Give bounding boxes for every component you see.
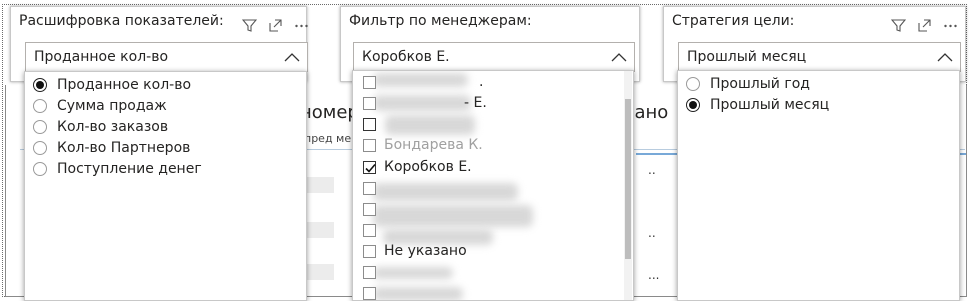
strategy-option-label: Прошлый месяц [710, 97, 830, 113]
strategy-dropdown-value: Прошлый месяц [687, 49, 807, 65]
checkbox-icon[interactable] [363, 223, 376, 237]
redacted-text [373, 205, 533, 227]
checkbox-icon[interactable] [363, 286, 376, 300]
managers-options-list: . - Е. Бондарева К. Коробков Е. Не указа… [352, 70, 634, 301]
checkbox-icon[interactable] [363, 265, 376, 279]
chevron-up-icon[interactable] [936, 50, 954, 64]
metrics-dropdown-value: Проданное кол-во [34, 49, 169, 65]
manager-option[interactable] [363, 220, 384, 240]
strategy-option-label: Прошлый год [710, 76, 810, 92]
checkbox-icon[interactable] [363, 96, 376, 110]
manager-option[interactable] [363, 262, 384, 282]
radio-icon[interactable] [33, 162, 47, 176]
manager-option[interactable] [363, 199, 384, 219]
strategy-option[interactable]: Прошлый год [686, 74, 810, 94]
redacted-text [385, 115, 475, 135]
redacted-text [373, 267, 453, 279]
redacted-text [373, 287, 463, 300]
metrics-option-label: Поступление денег [57, 161, 202, 177]
table-cell-value: .. [648, 226, 656, 240]
metrics-option-label: Кол-во Партнеров [57, 140, 191, 156]
metrics-options-list: Проданное кол-во Сумма продаж Кол-во зак… [24, 71, 307, 301]
checkbox-icon[interactable] [363, 75, 376, 89]
table-header-fragment-left: номер [300, 102, 359, 123]
more-options-icon[interactable] [942, 17, 959, 34]
metrics-option-label: Сумма продаж [57, 98, 167, 114]
checkbox-checked-icon[interactable] [363, 160, 376, 174]
strategy-option[interactable]: Прошлый месяц [686, 95, 829, 115]
chevron-up-icon[interactable] [610, 50, 628, 64]
radio-selected-icon[interactable] [686, 98, 700, 112]
managers-slicer-title: Фильтр по менеджерам: [349, 13, 532, 29]
manager-option[interactable]: Не указано [363, 241, 467, 261]
table-cell-value: .. [648, 163, 656, 177]
manager-option[interactable]: . [363, 72, 483, 92]
table-subheader-fragment: пред ме [304, 132, 352, 145]
checkbox-icon[interactable] [363, 181, 376, 195]
manager-option[interactable] [363, 178, 384, 198]
metrics-option-label: Кол-во заказов [57, 119, 169, 135]
chevron-up-icon[interactable] [283, 50, 301, 64]
strategy-options-list: Прошлый год Прошлый месяц [677, 70, 960, 301]
metrics-option[interactable]: Сумма продаж [33, 96, 167, 116]
metrics-option-label: Проданное кол-во [57, 77, 192, 93]
scrollbar-thumb[interactable] [625, 99, 631, 259]
metrics-slicer-title: Расшифровка показателей: [19, 13, 224, 29]
more-options-icon[interactable] [293, 17, 310, 34]
manager-option-label: . [479, 74, 484, 90]
radio-selected-icon[interactable] [33, 78, 47, 92]
table-cell-value: ... [648, 268, 660, 282]
manager-option-label: Бондарева К. [384, 137, 483, 153]
strategy-slicer-title: Стратегия цели: [672, 13, 795, 29]
checkbox-icon[interactable] [363, 117, 376, 131]
managers-dropdown-value: Коробков Е. [362, 49, 450, 65]
manager-option[interactable]: Коробков Е. [363, 157, 472, 177]
metrics-dropdown[interactable]: Проданное кол-во [25, 42, 308, 72]
managers-dropdown[interactable]: Коробков Е. [353, 42, 635, 72]
radio-icon[interactable] [686, 77, 700, 91]
checkbox-icon[interactable] [363, 202, 376, 216]
manager-option-label: Коробков Е. [384, 159, 472, 175]
manager-option-label: Не указано [384, 243, 467, 259]
manager-option[interactable] [363, 283, 384, 300]
metrics-option[interactable]: Кол-во заказов [33, 117, 168, 137]
focus-mode-icon[interactable] [267, 17, 284, 34]
redacted-text [373, 183, 518, 201]
focus-mode-icon[interactable] [916, 17, 933, 34]
strategy-dropdown[interactable]: Прошлый месяц [678, 42, 961, 72]
checkbox-icon[interactable] [363, 244, 376, 258]
filter-icon[interactable] [241, 17, 258, 34]
metrics-option[interactable]: Проданное кол-во [33, 75, 191, 95]
manager-option[interactable]: Бондарева К. [363, 135, 483, 155]
metrics-option[interactable]: Кол-во Партнеров [33, 138, 190, 158]
checkbox-icon[interactable] [363, 138, 376, 152]
manager-option-label: - Е. [464, 95, 487, 111]
radio-icon[interactable] [33, 141, 47, 155]
metrics-option[interactable]: Поступление денег [33, 159, 202, 179]
manager-option[interactable] [363, 114, 384, 134]
filter-icon[interactable] [890, 17, 907, 34]
manager-option[interactable]: - Е. [363, 93, 487, 113]
radio-icon[interactable] [33, 99, 47, 113]
radio-icon[interactable] [33, 120, 47, 134]
